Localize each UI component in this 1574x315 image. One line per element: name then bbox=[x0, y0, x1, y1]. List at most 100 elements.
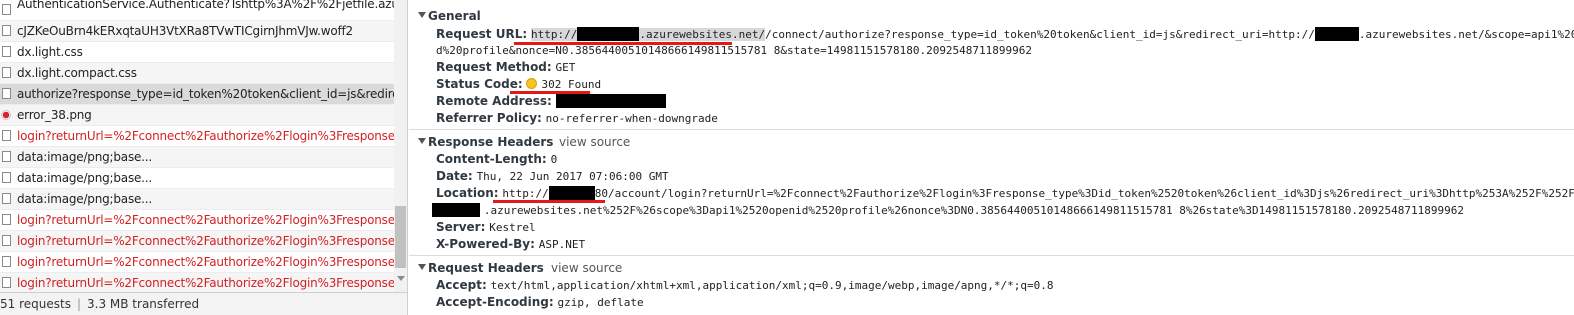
redacted-location-host-2 bbox=[432, 203, 480, 217]
powered-by-label: X-Powered-By: bbox=[436, 237, 535, 251]
request-row[interactable]: error_38.png bbox=[0, 105, 394, 126]
location-continued: .azurewebsites.net%252F%26scope%3Dapi1%2… bbox=[432, 202, 1464, 219]
request-row[interactable]: data:image/png;base... bbox=[0, 147, 394, 168]
response-view-source-link[interactable]: view source bbox=[559, 133, 630, 151]
location-port[interactable]: 80 bbox=[595, 187, 608, 200]
request-name: data:image/png;base... bbox=[17, 192, 153, 206]
request-row[interactable]: login?returnUrl=%2Fconnect%2Fauthorize%2… bbox=[0, 273, 394, 294]
collapse-triangle-icon[interactable] bbox=[418, 264, 426, 270]
request-url-label: Request URL: bbox=[436, 27, 528, 41]
request-name: dx.light.css bbox=[17, 45, 83, 59]
file-icon bbox=[2, 235, 11, 246]
collapse-triangle-icon[interactable] bbox=[418, 138, 426, 144]
file-icon bbox=[2, 172, 11, 183]
request-url-path-tail[interactable]: .azurewebsites.net/&scope=api1%20openi bbox=[1359, 28, 1574, 41]
request-row[interactable]: AuthenticationService.Authenticate?Tshtt… bbox=[0, 0, 394, 21]
request-name: cJZKeOuBrn4kERxqtaUH3VtXRa8TVwTICgirnJhm… bbox=[17, 24, 353, 38]
file-icon bbox=[2, 46, 11, 57]
location-line2[interactable]: .azurewebsites.net%252F%26scope%3Dapi1%2… bbox=[484, 204, 1464, 217]
request-row[interactable]: data:image/png;base... bbox=[0, 189, 394, 210]
headers-panel: General Request URL: http://.azurewebsit… bbox=[409, 0, 1574, 315]
file-icon bbox=[2, 25, 11, 36]
redacted-redirect-host bbox=[1314, 27, 1359, 41]
network-request-list: AuthenticationService.Authenticate?Tshtt… bbox=[0, 0, 408, 315]
request-url-host[interactable]: http://.azurewebsites.net/ bbox=[530, 27, 766, 41]
response-headers-title: Response Headers bbox=[428, 135, 554, 149]
request-row[interactable]: login?returnUrl=%2Fconnect%2Fauthorize%2… bbox=[0, 210, 394, 231]
remote-address-row: Remote Address: bbox=[436, 93, 666, 110]
date-label: Date: bbox=[436, 169, 473, 183]
request-row[interactable]: login?returnUrl=%2Fconnect%2Fauthorize%2… bbox=[0, 231, 394, 252]
request-name: login?returnUrl=%2Fconnect%2Fauthorize%2… bbox=[17, 276, 394, 290]
remote-address-label: Remote Address: bbox=[436, 94, 552, 108]
response-headers-section-header[interactable]: Response Headers view source bbox=[409, 133, 1574, 151]
transferred-size: 3.3 MB transferred bbox=[87, 297, 200, 311]
request-view-source-link[interactable]: view source bbox=[551, 259, 622, 277]
request-url-line2[interactable]: d%20profile&nonce=N0.3856440051014866614… bbox=[436, 44, 1032, 57]
request-row[interactable]: cJZKeOuBrn4kERxqtaUH3VtXRa8TVwTICgirnJhm… bbox=[0, 21, 394, 42]
request-row[interactable]: data:image/png;base... bbox=[0, 168, 394, 189]
request-headers-section-header[interactable]: Request Headers view source bbox=[409, 259, 1574, 277]
date-row: Date: Thu, 22 Jun 2017 07:06:00 GMT bbox=[436, 168, 669, 185]
redacted-host bbox=[577, 27, 640, 41]
collapse-triangle-icon[interactable] bbox=[418, 12, 426, 18]
request-name: login?returnUrl=%2Fconnect%2Fauthorize%2… bbox=[17, 213, 394, 227]
file-icon bbox=[2, 67, 11, 78]
summary-separator: | bbox=[76, 297, 81, 311]
general-section-header[interactable]: General bbox=[409, 7, 1574, 25]
location-row: Location: http:// 80/account/login?return… bbox=[436, 185, 1574, 202]
request-row[interactable]: authorize?response_type=id_token%20token… bbox=[0, 84, 394, 105]
request-url-row: Request URL: http://.azurewebsites.net//… bbox=[436, 26, 1574, 43]
request-name: data:image/png;base... bbox=[17, 150, 153, 164]
request-count: 51 requests bbox=[0, 297, 71, 311]
accept-encoding-row: Accept-Encoding: gzip, deflate bbox=[436, 294, 644, 311]
file-icon bbox=[2, 130, 11, 141]
section-divider bbox=[409, 255, 1574, 256]
accept-label: Accept: bbox=[436, 278, 487, 292]
request-url-continued: d%20profile&nonce=N0.3856440051014866614… bbox=[436, 42, 1032, 59]
request-row[interactable]: login?returnUrl=%2Fconnect%2Fauthorize%2… bbox=[0, 252, 394, 273]
request-row[interactable]: dx.light.css bbox=[0, 42, 394, 63]
location-prefix[interactable]: http:// bbox=[502, 187, 548, 200]
content-length-label: Content-Length: bbox=[436, 152, 547, 166]
server-value: Kestrel bbox=[489, 221, 536, 234]
request-name: login?returnUrl=%2Fconnect%2Fauthorize%2… bbox=[17, 255, 394, 269]
request-url-path[interactable]: /connect/authorize?response_type=id_toke… bbox=[765, 28, 1315, 41]
request-method-value: GET bbox=[555, 61, 576, 74]
file-icon bbox=[2, 4, 11, 15]
file-icon bbox=[2, 151, 11, 162]
redacted-location-host bbox=[548, 186, 595, 200]
powered-by-row: X-Powered-By: ASP.NET bbox=[436, 236, 585, 253]
location-path[interactable]: /account/login?returnUrl=%2Fconnect%2Fau… bbox=[608, 187, 1574, 200]
accept-encoding-value: gzip, deflate bbox=[557, 296, 644, 309]
file-icon bbox=[2, 277, 11, 288]
scroll-down-arrow-icon[interactable] bbox=[397, 276, 405, 281]
error-image-icon bbox=[1, 110, 11, 120]
content-length-value: 0 bbox=[550, 153, 558, 166]
accept-encoding-label: Accept-Encoding: bbox=[436, 295, 554, 309]
date-value: Thu, 22 Jun 2017 07:06:00 GMT bbox=[476, 170, 669, 183]
request-rows: AuthenticationService.Authenticate?Tshtt… bbox=[0, 0, 394, 294]
file-icon bbox=[2, 88, 11, 99]
accept-row: Accept: text/html,application/xhtml+xml,… bbox=[436, 277, 1054, 294]
request-row[interactable]: login?returnUrl=%2Fconnect%2Fauthorize%2… bbox=[0, 126, 394, 147]
server-row: Server: Kestrel bbox=[436, 219, 536, 236]
request-list-scrollbar[interactable] bbox=[394, 0, 407, 292]
request-name: AuthenticationService.Authenticate?Tshtt… bbox=[17, 0, 394, 11]
request-name: error_38.png bbox=[17, 108, 92, 122]
redacted-remote-address bbox=[555, 94, 666, 108]
content-length-row: Content-Length: 0 bbox=[436, 151, 557, 168]
request-name: data:image/png;base... bbox=[17, 171, 153, 185]
file-icon bbox=[2, 256, 11, 267]
request-row[interactable]: dx.light.compact.css bbox=[0, 63, 394, 84]
request-name: login?returnUrl=%2Fconnect%2Fauthorize%2… bbox=[17, 129, 394, 143]
server-label: Server: bbox=[436, 220, 486, 234]
accept-value: text/html,application/xhtml+xml,applicat… bbox=[490, 279, 1054, 292]
request-headers-title: Request Headers bbox=[428, 261, 544, 275]
scrollbar-thumb[interactable] bbox=[395, 206, 406, 268]
location-label: Location: bbox=[436, 186, 499, 200]
referrer-policy-row: Referrer Policy: no-referrer-when-downgr… bbox=[436, 110, 718, 127]
section-divider bbox=[409, 129, 1574, 130]
request-method-row: Request Method: GET bbox=[436, 59, 575, 76]
status-warning-icon bbox=[526, 78, 538, 89]
